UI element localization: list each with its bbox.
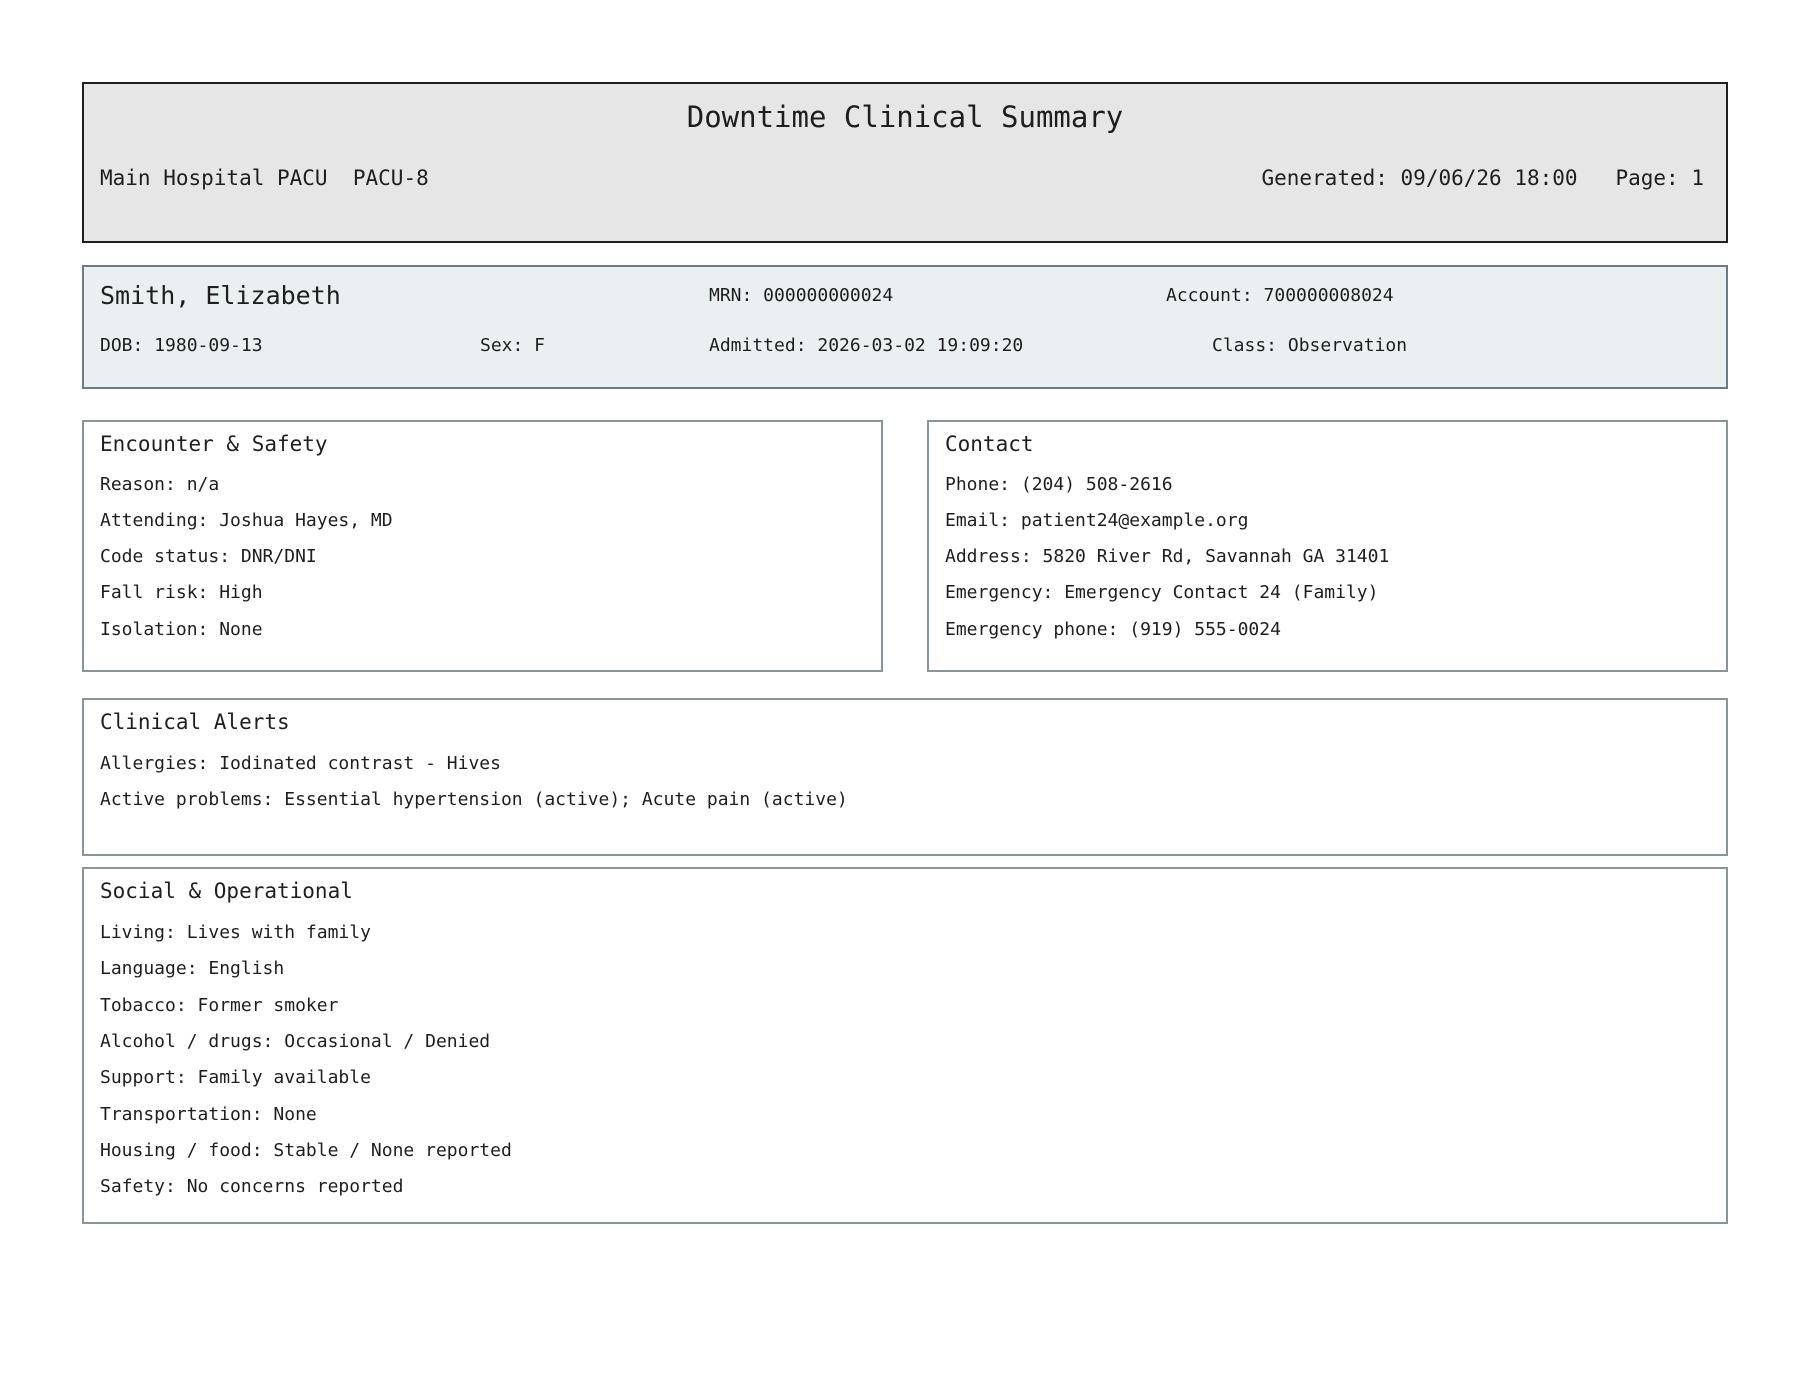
document-title: Downtime Clinical Summary [686, 100, 1124, 134]
encounter-reason: Reason: n/a [100, 474, 220, 495]
patient-dob: DOB: 1980-09-13 [100, 335, 263, 356]
bed-id: PACU-8 [352, 166, 429, 190]
encounter-code-status: Code status: DNR/DNI [100, 546, 317, 567]
patient-sex: Sex: F [480, 335, 546, 356]
social-support: Support: Family available [100, 1067, 371, 1088]
encounter-fall-risk: Fall risk: High [100, 582, 263, 603]
patient-banner: Smith, Elizabeth MRN: 000000000024 Accou… [82, 265, 1728, 389]
location-info: Main Hospital PACU PACU-8 [100, 166, 429, 190]
patient-admitted: Admitted: 2026-03-02 19:09:20 [709, 335, 1024, 356]
contact-emergency: Emergency: Emergency Contact 24 (Family) [945, 582, 1379, 603]
panel-title: Social & Operational [100, 879, 353, 903]
social-transportation: Transportation: None [100, 1104, 317, 1125]
alerts-allergies: Allergies: Iodinated contrast - Hives [100, 753, 501, 774]
contact-emergency-phone: Emergency phone: (919) 555-0024 [945, 619, 1281, 640]
clinical-alerts-panel: Clinical Alerts Allergies: Iodinated con… [82, 698, 1728, 856]
encounter-isolation: Isolation: None [100, 619, 263, 640]
contact-address: Address: 5820 River Rd, Savannah GA 3140… [945, 546, 1390, 567]
document-header: Downtime Clinical Summary Main Hospital … [82, 82, 1728, 243]
social-alcohol-drugs: Alcohol / drugs: Occasional / Denied [100, 1031, 491, 1052]
social-housing-food: Housing / food: Stable / None reported [100, 1140, 512, 1161]
patient-class: Class: Observation [1212, 335, 1408, 356]
patient-name: Smith, Elizabeth [100, 281, 341, 310]
contact-email: Email: patient24@example.org [945, 510, 1249, 531]
panel-title: Encounter & Safety [100, 432, 328, 456]
page-number: Page: 1 [1615, 166, 1704, 190]
social-language: Language: English [100, 958, 285, 979]
patient-mrn: MRN: 000000000024 [709, 285, 894, 306]
patient-account: Account: 700000008024 [1166, 285, 1394, 306]
social-operational-panel: Social & Operational Living: Lives with … [82, 867, 1728, 1224]
panel-title: Clinical Alerts [100, 710, 290, 734]
generation-info: Generated: 09/06/26 18:00 Page: 1 [1261, 166, 1704, 190]
contact-panel: Contact Phone: (204) 508-2616 Email: pat… [927, 420, 1728, 672]
contact-phone: Phone: (204) 508-2616 [945, 474, 1173, 495]
alerts-active-problems: Active problems: Essential hypertension … [100, 789, 848, 810]
social-living: Living: Lives with family [100, 922, 371, 943]
unit-name: Main Hospital PACU [100, 166, 328, 190]
encounter-attending: Attending: Joshua Hayes, MD [100, 510, 393, 531]
encounter-safety-panel: Encounter & Safety Reason: n/a Attending… [82, 420, 883, 672]
social-safety: Safety: No concerns reported [100, 1176, 404, 1197]
panel-title: Contact [945, 432, 1034, 456]
social-tobacco: Tobacco: Former smoker [100, 995, 339, 1016]
generated-timestamp: Generated: 09/06/26 18:00 [1261, 166, 1578, 190]
